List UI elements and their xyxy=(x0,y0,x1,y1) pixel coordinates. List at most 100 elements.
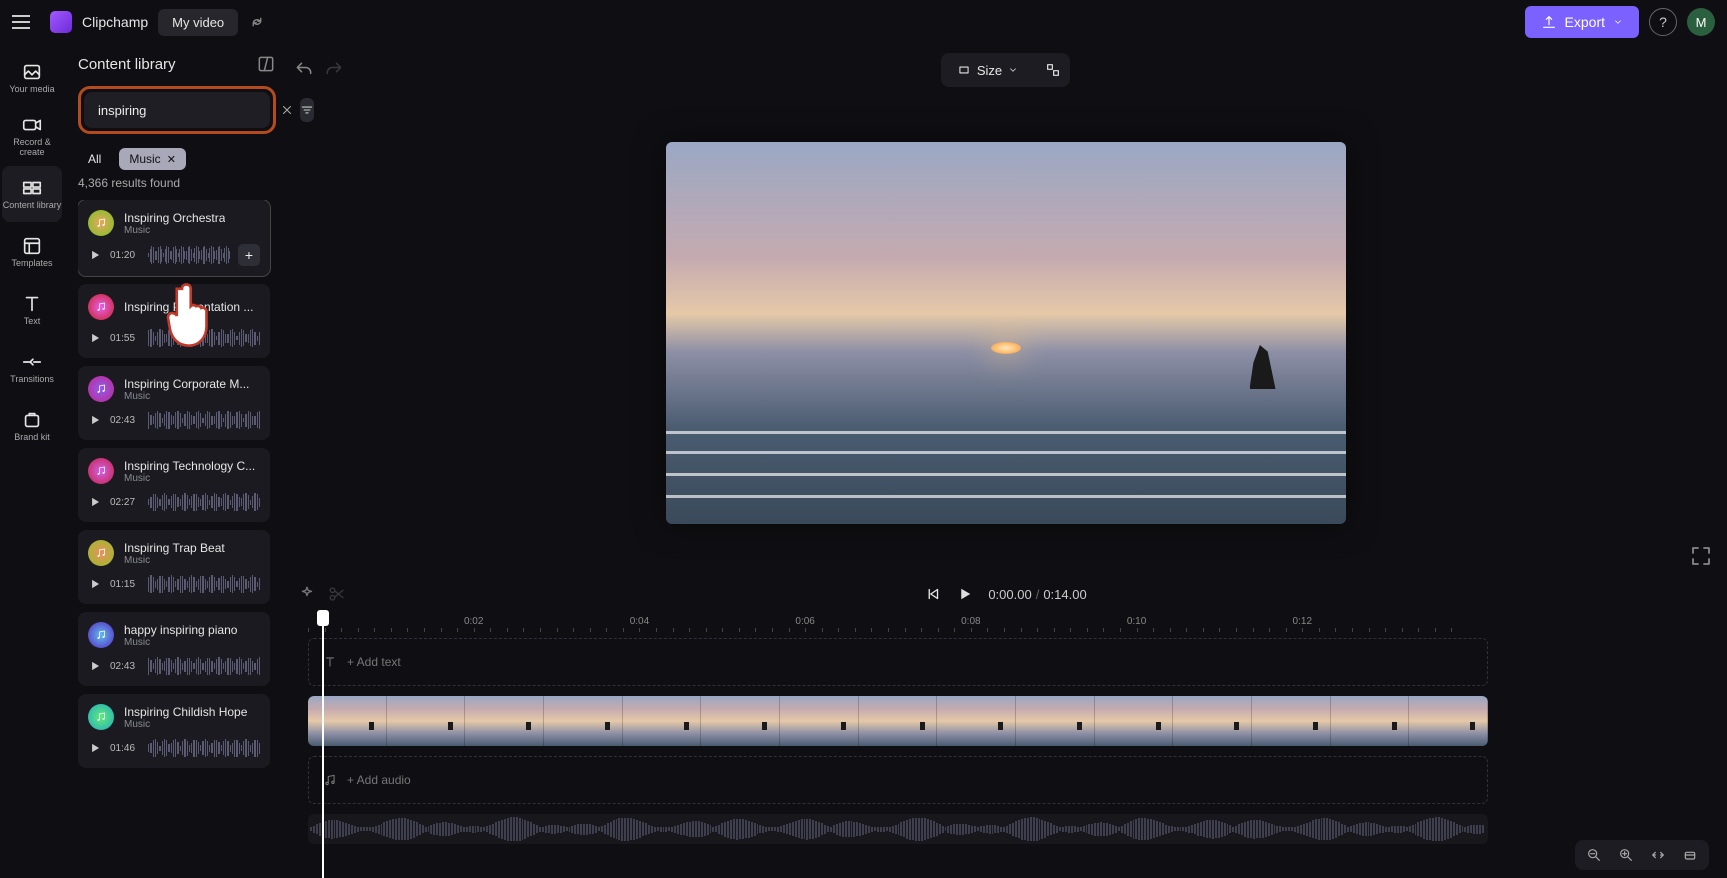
preview-play-button[interactable] xyxy=(88,331,102,345)
audio-track-placeholder[interactable]: + Add audio xyxy=(308,756,1488,804)
panel-title: Content library xyxy=(78,56,176,73)
zoom-out-button[interactable] xyxy=(1585,846,1603,864)
search-input[interactable] xyxy=(98,103,274,118)
waveform-preview xyxy=(148,410,260,430)
ruler-tick: 0:10 xyxy=(1127,616,1146,627)
track-subtitle: Music xyxy=(124,225,225,236)
sidebar-item-brand-kit[interactable]: Brand kit xyxy=(2,398,62,454)
music-icon xyxy=(88,622,114,648)
sidebar-item-templates[interactable]: Templates xyxy=(2,224,62,280)
track-duration: 01:55 xyxy=(110,333,140,344)
track-subtitle: Music xyxy=(124,473,255,484)
user-avatar[interactable]: M xyxy=(1687,8,1715,36)
export-button[interactable]: Export xyxy=(1525,6,1639,38)
sidebar-item-text[interactable]: Text xyxy=(2,282,62,338)
track-card[interactable]: Inspiring Technology C... Music 02:27 xyxy=(78,448,270,522)
audio-waveform-track[interactable] xyxy=(308,814,1488,844)
text-track-placeholder[interactable]: + Add text xyxy=(308,638,1488,686)
panel-expand-icon[interactable] xyxy=(256,54,276,74)
redo-button[interactable] xyxy=(324,60,344,80)
sidebar-item-content-library[interactable]: Content library xyxy=(2,166,62,222)
waveform-preview xyxy=(148,492,260,512)
track-card[interactable]: Inspiring Corporate M... Music 02:43 xyxy=(78,366,270,440)
music-icon xyxy=(88,376,114,402)
track-card[interactable]: Inspiring Trap Beat Music 01:15 xyxy=(78,530,270,604)
preview-play-button[interactable] xyxy=(88,413,102,427)
video-track[interactable] xyxy=(308,696,1488,746)
track-title: Inspiring Childish Hope xyxy=(124,705,247,719)
track-card[interactable]: Inspiring Presentation ... 01:55 xyxy=(78,284,270,358)
zoom-in-button[interactable] xyxy=(1617,846,1635,864)
filter-chips: All Music ✕ xyxy=(78,148,276,170)
track-title: Inspiring Presentation ... xyxy=(124,300,253,314)
preview-play-button[interactable] xyxy=(88,741,102,755)
top-bar: Clipchamp My video Export ? M xyxy=(0,0,1727,44)
project-name[interactable]: My video xyxy=(158,9,238,36)
track-card[interactable]: Inspiring Childish Hope Music 01:46 xyxy=(78,694,270,768)
text-icon xyxy=(323,655,337,669)
waveform-preview xyxy=(148,656,260,676)
track-duration: 01:20 xyxy=(110,250,140,261)
track-title: Inspiring Corporate M... xyxy=(124,377,249,391)
app-name: Clipchamp xyxy=(82,14,148,30)
content-library-panel: Content library All Music ✕ 4,366 r xyxy=(64,44,284,878)
preview-play-button[interactable] xyxy=(88,577,102,591)
track-list[interactable]: Inspiring Orchestra Music 01:20 + Inspir… xyxy=(78,200,276,878)
fit-timeline-button[interactable] xyxy=(1649,846,1667,864)
music-icon xyxy=(323,773,337,787)
timeline-ruler[interactable]: 0:020:040:060:080:100:12 xyxy=(308,612,1721,638)
sidebar-item-transitions[interactable]: Transitions xyxy=(2,340,62,396)
chip-all[interactable]: All xyxy=(78,148,111,170)
ruler-tick: 0:08 xyxy=(961,616,980,627)
track-subtitle: Music xyxy=(124,637,237,648)
chip-music[interactable]: Music ✕ xyxy=(119,148,186,170)
track-duration: 02:27 xyxy=(110,497,140,508)
play-button[interactable] xyxy=(956,585,974,603)
playhead[interactable] xyxy=(322,612,324,878)
track-duration: 02:43 xyxy=(110,415,140,426)
preview-area xyxy=(290,90,1721,576)
preview-play-button[interactable] xyxy=(88,248,102,262)
size-button[interactable]: Size xyxy=(945,59,1030,82)
results-count: 4,366 results found xyxy=(78,176,276,190)
menu-button[interactable] xyxy=(12,8,40,36)
auto-enhance-button[interactable] xyxy=(298,585,316,603)
music-icon xyxy=(88,210,114,236)
search-bar xyxy=(84,92,270,128)
size-control-group: Size xyxy=(941,53,1070,87)
video-preview[interactable] xyxy=(666,142,1346,524)
split-button[interactable] xyxy=(328,585,346,603)
aspect-ratio-button[interactable] xyxy=(1040,57,1066,83)
waveform-preview xyxy=(148,738,260,758)
add-track-button[interactable]: + xyxy=(238,244,260,266)
undo-button[interactable] xyxy=(294,60,314,80)
timeline-tracks[interactable]: + Add text + Add audio xyxy=(290,638,1721,878)
fullscreen-button[interactable] xyxy=(1689,544,1713,568)
search-highlight xyxy=(78,86,276,134)
waveform-preview xyxy=(148,245,230,265)
sidebar-item-record-create[interactable]: Record & create xyxy=(2,108,62,164)
chip-remove-icon[interactable]: ✕ xyxy=(167,153,176,166)
waveform-preview xyxy=(148,574,260,594)
track-title: happy inspiring piano xyxy=(124,623,237,637)
track-duration: 02:43 xyxy=(110,661,140,672)
track-subtitle: Music xyxy=(124,719,247,730)
sync-status-icon xyxy=(248,13,266,31)
timeline-settings-button[interactable] xyxy=(1681,846,1699,864)
track-card[interactable]: happy inspiring piano Music 02:43 xyxy=(78,612,270,686)
time-display: 0:00.00/0:14.00 xyxy=(988,587,1086,602)
track-subtitle: Music xyxy=(124,391,249,402)
preview-play-button[interactable] xyxy=(88,495,102,509)
music-icon xyxy=(88,458,114,484)
timeline-controls: 0:00.00/0:14.00 xyxy=(290,576,1721,612)
help-button[interactable]: ? xyxy=(1649,8,1677,36)
skip-back-button[interactable] xyxy=(924,585,942,603)
preview-play-button[interactable] xyxy=(88,659,102,673)
canvas-column: Size xyxy=(284,44,1727,878)
track-duration: 01:15 xyxy=(110,579,140,590)
music-icon xyxy=(88,294,114,320)
app-logo xyxy=(50,11,72,33)
sidebar-item-your-media[interactable]: Your media xyxy=(2,50,62,106)
nav-sidebar: Your media Record & create Content libra… xyxy=(0,44,64,878)
track-card[interactable]: Inspiring Orchestra Music 01:20 + xyxy=(78,200,270,276)
